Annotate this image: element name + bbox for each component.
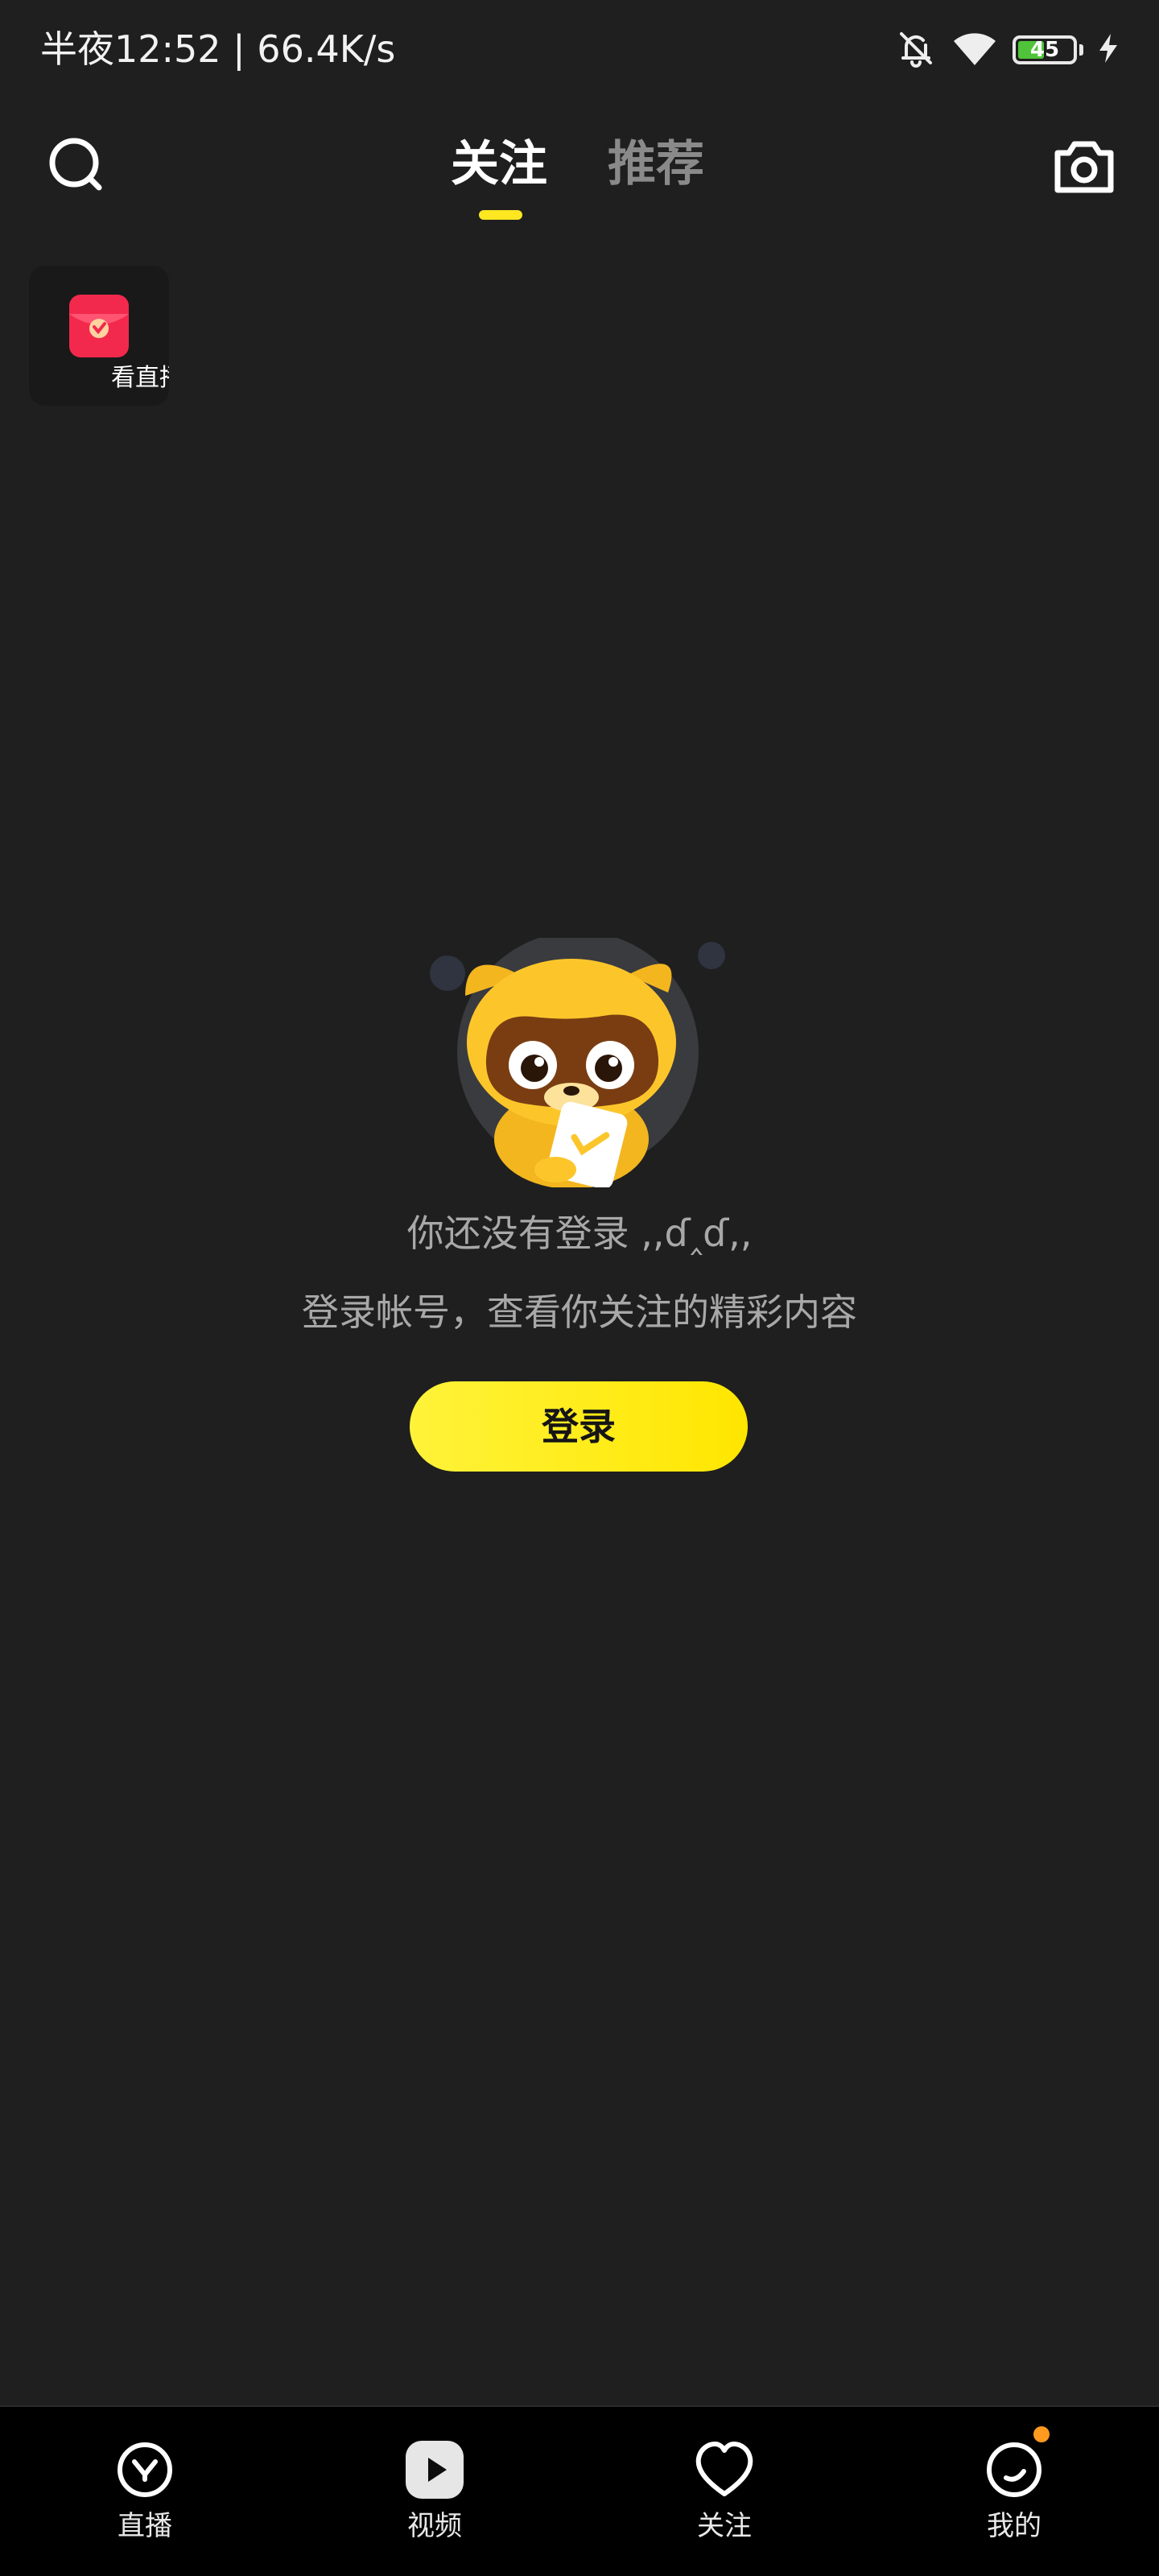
profile-notification-badge — [1033, 2426, 1050, 2442]
charging-bolt-icon — [1098, 32, 1119, 68]
active-tab-indicator — [479, 210, 522, 220]
nav-item-live[interactable]: 直播 — [0, 2407, 290, 2576]
search-icon[interactable] — [45, 134, 109, 198]
status-icons: 45 — [895, 27, 1119, 72]
video-play-icon — [402, 2438, 467, 2502]
tab-follow[interactable]: 关注 — [451, 132, 547, 196]
battery-icon: 45 — [1013, 35, 1077, 64]
status-time-speed: 半夜12:52 | 66.4K/s — [40, 27, 396, 71]
nav-label-profile: 我的 — [987, 2510, 1041, 2542]
battery-level: 45 — [1029, 38, 1060, 62]
empty-state-title: 你还没有登录 ,,ɗ‸ɗ,, — [406, 1212, 753, 1255]
nav-item-video[interactable]: 视频 — [290, 2407, 580, 2576]
status-bar: 半夜12:52 | 66.4K/s 45 — [0, 0, 1159, 97]
live-icon — [113, 2438, 177, 2502]
red-packet-icon — [68, 293, 130, 359]
top-nav: 关注 推荐 — [0, 113, 1159, 225]
nav-item-profile[interactable]: 我的 — [869, 2407, 1159, 2576]
bottom-nav: 直播 视频 关注 我的 — [0, 2405, 1159, 2576]
empty-state-subtitle: 登录帐号，查看你关注的精彩内容 — [302, 1290, 857, 1334]
login-button[interactable]: 登录 — [410, 1381, 748, 1472]
nav-label-video: 视频 — [407, 2510, 462, 2542]
nav-item-follow[interactable]: 关注 — [580, 2407, 869, 2576]
camera-icon[interactable] — [1051, 134, 1117, 200]
red-packet-label: 看直播 — [111, 364, 169, 392]
red-packet-card[interactable]: 看直播 — [29, 266, 169, 406]
raccoon-mascot-illustration — [427, 931, 732, 1190]
nav-label-live: 直播 — [118, 2510, 172, 2542]
tab-recommend[interactable]: 推荐 — [608, 132, 704, 196]
profile-icon — [982, 2438, 1046, 2502]
bell-off-icon — [895, 27, 937, 72]
wifi-icon — [951, 28, 998, 72]
heart-icon — [692, 2438, 757, 2502]
battery-cap — [1079, 44, 1083, 56]
nav-label-follow: 关注 — [697, 2510, 752, 2542]
